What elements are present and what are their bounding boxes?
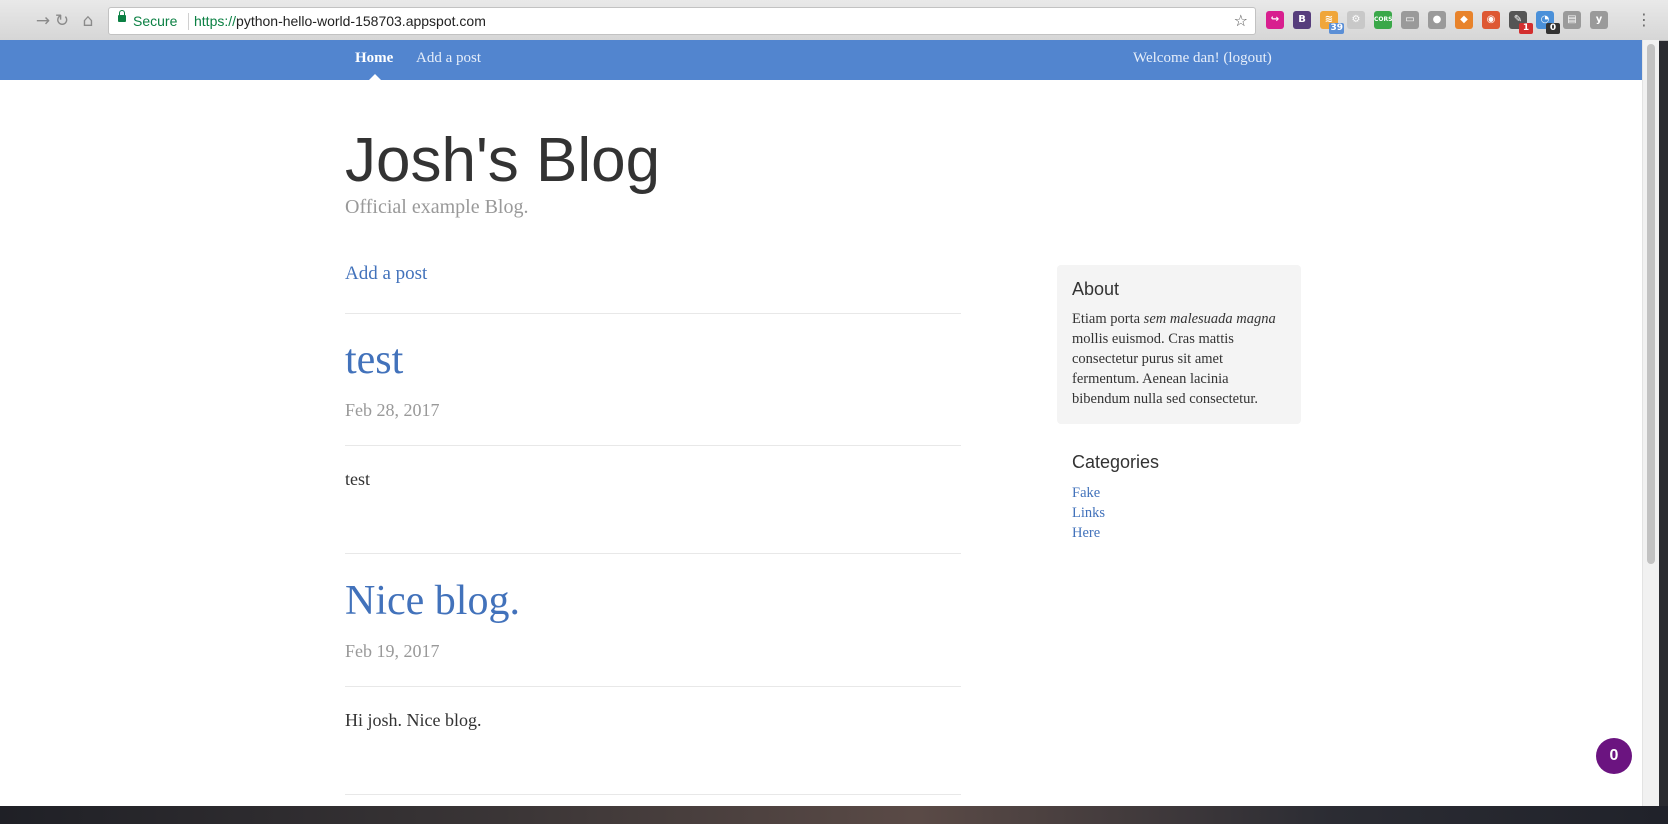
list-item: Here (1072, 523, 1105, 543)
address-bar[interactable]: Secure https://python-hello-world-158703… (108, 7, 1256, 35)
page-scrollbar[interactable] (1642, 40, 1659, 806)
pie-icon[interactable]: ◔ 0 (1536, 11, 1560, 34)
category-link[interactable]: Links (1072, 505, 1105, 521)
divider (345, 553, 961, 554)
card-icon[interactable]: ▤ (1563, 11, 1581, 29)
add-post-link[interactable]: Add a post (345, 263, 427, 285)
cast-icon[interactable]: ▭ (1401, 11, 1419, 29)
categories-heading: Categories (1072, 452, 1160, 472)
browser-toolbar: → ↻ ⌂ Secure https://python-hello-world-… (0, 0, 1668, 41)
list-item: Fake (1072, 483, 1105, 503)
about-heading: About (1072, 279, 1120, 299)
about-text: Etiam porta sem malesuada magna mollis e… (1072, 311, 1276, 407)
bootstrap-icon[interactable]: B (1293, 11, 1311, 29)
desktop-background (0, 806, 1668, 824)
extension-badge: 39 (1329, 23, 1344, 34)
nav-add-post-link[interactable]: Add a post (416, 50, 481, 67)
divider (345, 445, 961, 446)
duckduckgo-icon[interactable]: ◉ (1482, 11, 1500, 29)
blog-masthead: Home Add a post Welcome dan! (logout) (0, 40, 1642, 80)
extension-badge: 1 (1519, 23, 1533, 34)
category-link[interactable]: Fake (1072, 485, 1100, 501)
post-date: Feb 28, 2017 (345, 400, 440, 420)
lock-icon (118, 10, 126, 22)
divider (345, 686, 961, 687)
active-nav-caret-icon (369, 74, 381, 80)
post-body: test (345, 469, 370, 489)
nav-home-link[interactable]: Home (355, 50, 393, 67)
welcome-logout-link[interactable]: Welcome dan! (logout) (1133, 50, 1272, 67)
url-text[interactable]: https://python-hello-world-158703.appspo… (194, 13, 486, 29)
chat-widget-button[interactable]: 0 (1596, 738, 1632, 774)
list-item: Links (1072, 503, 1105, 523)
browser-menu-icon[interactable]: ⋮ (1636, 10, 1652, 30)
address-separator (188, 13, 189, 30)
reload-icon[interactable]: ↻ (51, 10, 73, 32)
page-viewport: Home Add a post Welcome dan! (logout) Jo… (0, 40, 1642, 806)
home-icon[interactable]: ⌂ (77, 10, 99, 32)
secure-label: Secure (133, 13, 178, 29)
blog-description: Official example Blog. (345, 196, 529, 218)
rss-feed-icon[interactable]: ≋ 39 (1320, 11, 1344, 34)
settings-gear-icon[interactable]: ⚙ (1347, 11, 1365, 29)
cors-icon[interactable]: CORS (1374, 11, 1392, 29)
scrollbar-thumb[interactable] (1647, 44, 1655, 564)
fox-icon[interactable]: ◆ (1455, 11, 1473, 29)
bookmark-star-icon[interactable]: ☆ (1234, 11, 1248, 30)
categories-list: Fake Links Here (1072, 483, 1105, 543)
yoast-icon[interactable]: y (1590, 11, 1608, 29)
pushbullet-icon[interactable]: ↪ (1266, 11, 1284, 29)
post-body: Hi josh. Nice blog. (345, 710, 482, 730)
category-link[interactable]: Here (1072, 525, 1100, 541)
blog-title: Josh's Blog (345, 126, 661, 195)
divider (345, 313, 961, 314)
post-title-link[interactable]: Nice blog. (345, 577, 520, 625)
tool-icon[interactable]: ✎ 1 (1509, 11, 1533, 34)
post-title-link[interactable]: test (345, 336, 403, 384)
about-panel: About Etiam porta sem malesuada magna mo… (1057, 265, 1301, 424)
divider (345, 794, 961, 795)
microphone-icon[interactable]: ● (1428, 11, 1446, 29)
extension-badge: 0 (1546, 23, 1560, 34)
post-date: Feb 19, 2017 (345, 641, 440, 661)
